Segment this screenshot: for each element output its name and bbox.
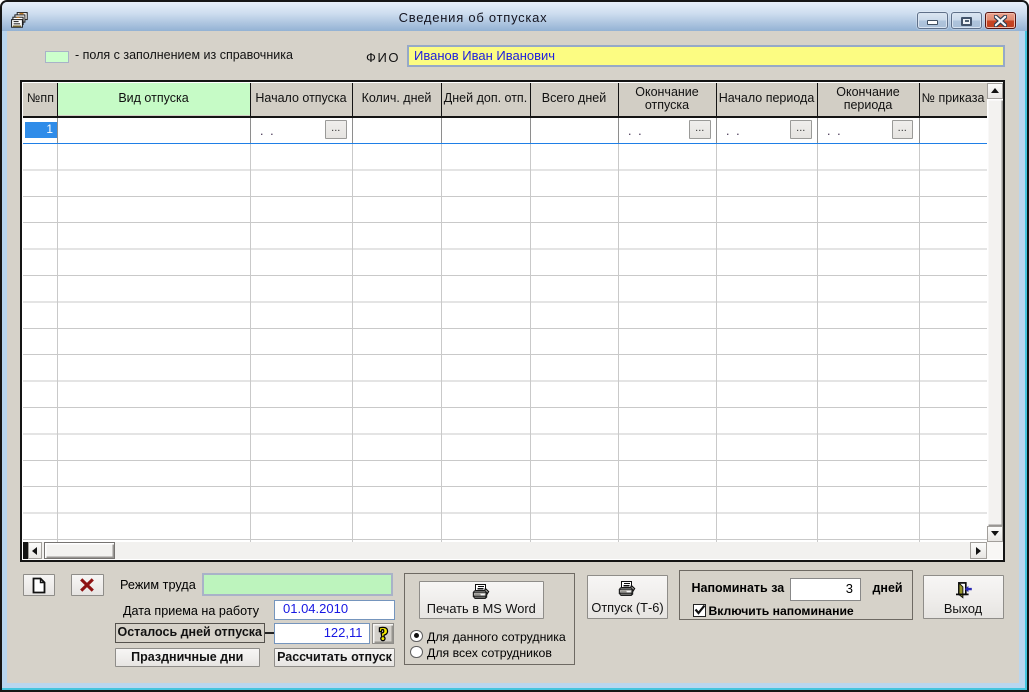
svg-text:?: ? — [379, 624, 388, 644]
